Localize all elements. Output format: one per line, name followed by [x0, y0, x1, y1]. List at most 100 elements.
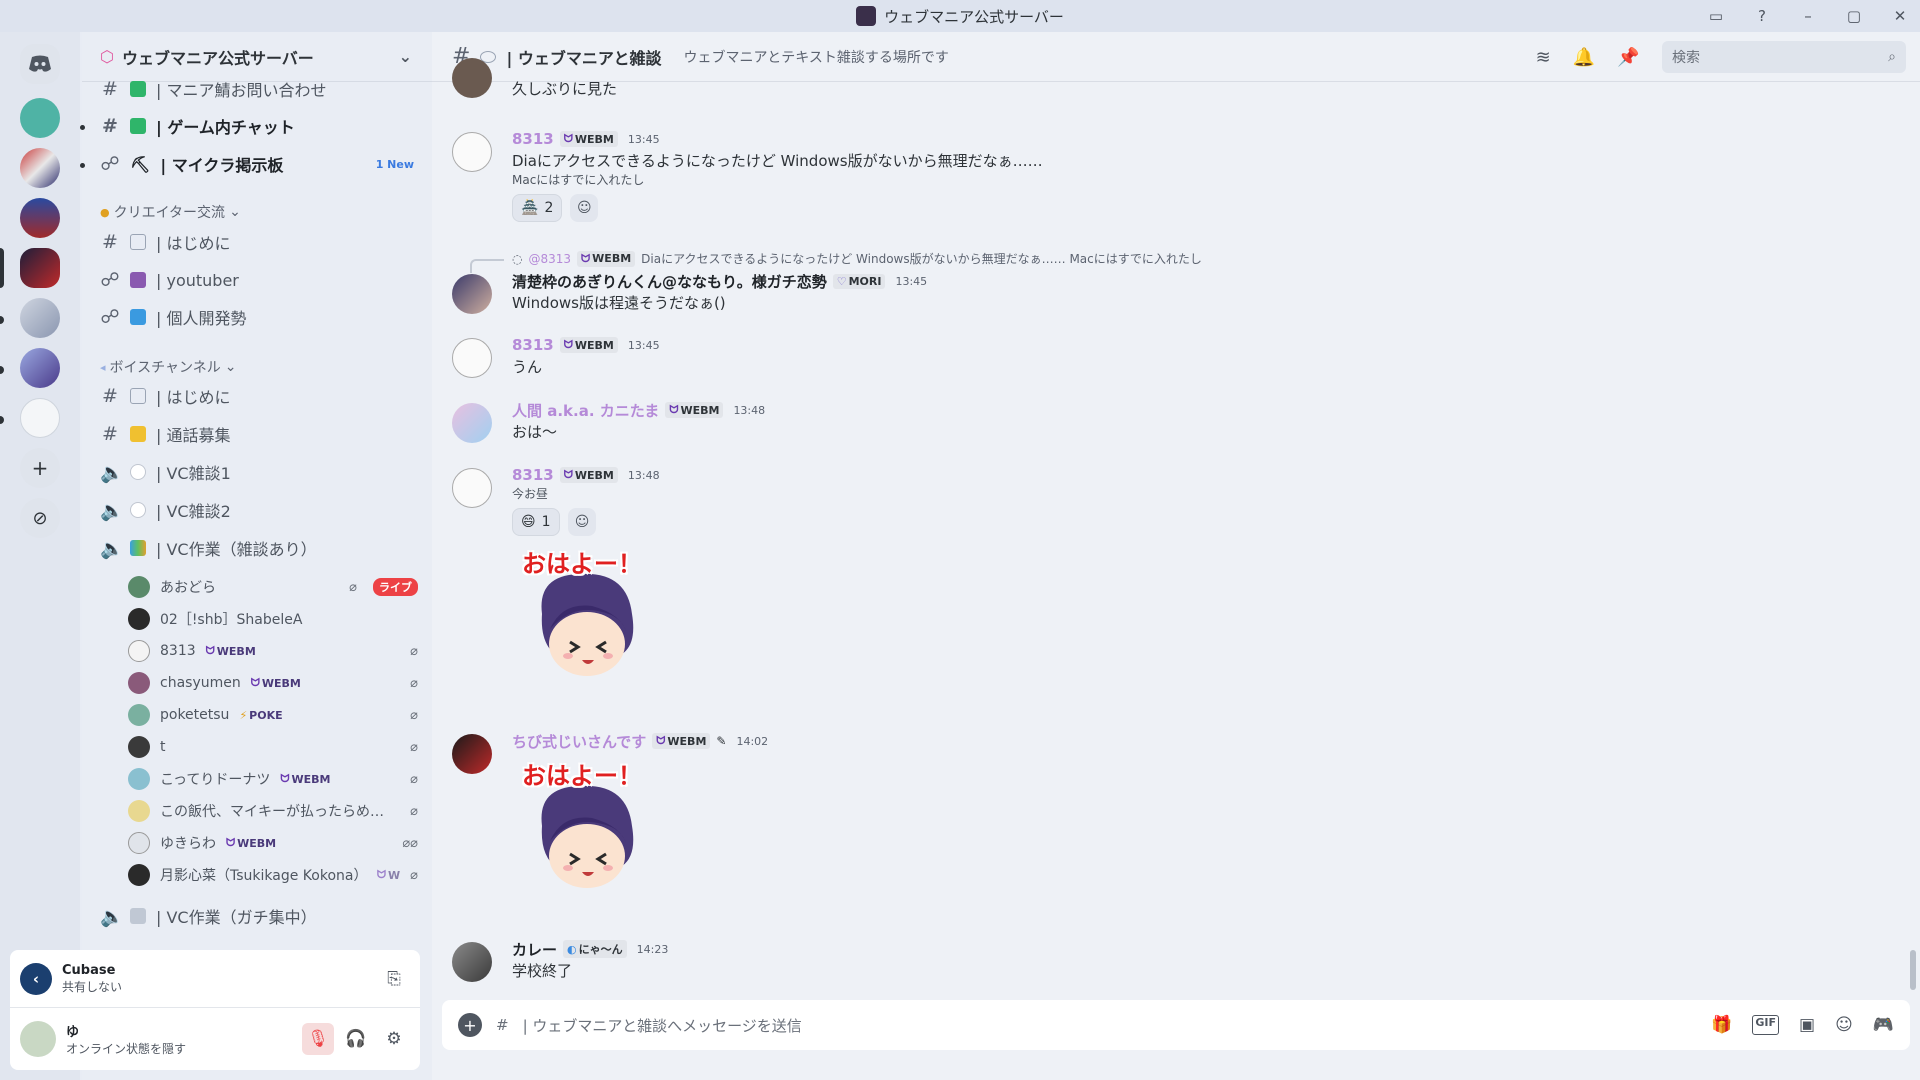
channel-call-recruit[interactable]: # | 通話募集 [82, 417, 432, 451]
compass-icon[interactable]: ⊘ [20, 498, 60, 538]
channel-youtuber[interactable]: ☍ | youtuber [82, 263, 432, 297]
message-author[interactable]: ちび式じいさんです [512, 731, 646, 752]
voice-channel-focus[interactable]: 🔈 | VC作業（ガチ集中） [82, 899, 432, 933]
inbox-icon[interactable]: ▭ [1706, 6, 1726, 26]
headphones-button[interactable]: 🎧 [340, 1023, 372, 1055]
share-screen-icon[interactable]: ⎘ [378, 963, 410, 995]
message-author[interactable]: 8313 [512, 130, 554, 148]
avatar[interactable] [452, 58, 492, 98]
server-icon-5[interactable] [20, 298, 60, 338]
server-icon-1[interactable] [20, 98, 60, 138]
message-author[interactable]: カレー [512, 939, 557, 960]
sticker[interactable]: おはよー！ [512, 544, 662, 684]
message-author[interactable]: 清楚枠のあぎりんくん@ななもり。様ガチ恋勢 [512, 271, 827, 292]
forum-icon: ☍ [100, 269, 120, 291]
discord-home-icon[interactable] [20, 44, 60, 84]
vc-user[interactable]: 02［!shb］ShabeleA [128, 604, 418, 634]
search-icon: ⌕ [1888, 49, 1896, 65]
avatar[interactable] [452, 468, 492, 508]
channel-creator-intro[interactable]: # | はじめに [82, 225, 432, 259]
emoji-icon: 🏯 [521, 200, 539, 216]
category-voice[interactable]: ◂ ボイスチャンネル ⌄ [100, 357, 236, 377]
webm-tag: ᗢ WEBM [559, 337, 618, 353]
attach-plus-icon[interactable]: + [458, 1013, 482, 1037]
sticker-text: おはよー！ [522, 550, 642, 578]
search-input[interactable]: 検索 ⌕ [1662, 41, 1906, 73]
emoji-icon[interactable]: ☺ [1835, 1015, 1853, 1035]
webm-tag: ᗢ WEBM [577, 250, 636, 267]
channel-minecraft-board[interactable]: ☍ ⛏ | マイクラ掲示板 1 New [82, 147, 432, 181]
channel-inquiry[interactable]: # | マニア鯖お問い合わせ [82, 72, 432, 106]
minimize-button[interactable]: – [1798, 6, 1818, 26]
avatar[interactable] [452, 274, 492, 314]
sticker-icon[interactable]: ▣ [1799, 1015, 1815, 1035]
reaction-count: 2 [544, 200, 554, 216]
server-icon-2[interactable] [20, 148, 60, 188]
building-icon [130, 908, 146, 924]
vc-user[interactable]: poketetsu ⚡ POKE ⌀ [128, 700, 418, 730]
scrollbar[interactable] [1910, 950, 1916, 990]
avatar[interactable] [20, 1021, 56, 1057]
search-placeholder: 検索 [1672, 50, 1700, 66]
category-creator[interactable]: ● クリエイター交流 ⌄ [100, 202, 241, 222]
sticker[interactable]: おはよー！ [512, 756, 662, 896]
message-composer[interactable]: + # | ウェブマニアと雑談へメッセージを送信 🎁 GIF ▣ ☺ 🎮 [442, 1000, 1910, 1050]
server-icon-6[interactable] [20, 348, 60, 388]
reaction-count: 1 [541, 514, 551, 530]
close-button[interactable]: ✕ [1890, 6, 1910, 26]
avatar[interactable] [452, 132, 492, 172]
avatar[interactable] [452, 734, 492, 774]
message-author[interactable]: 8313 [512, 466, 554, 484]
pin-icon[interactable]: 📌 [1617, 47, 1639, 68]
avatar[interactable] [452, 942, 492, 982]
activity-status: 共有しない [62, 979, 123, 994]
avatar[interactable] [452, 403, 492, 443]
help-icon[interactable]: ? [1752, 6, 1772, 26]
clapper-icon [130, 272, 146, 288]
maximize-button[interactable]: ▢ [1844, 6, 1864, 26]
channel-game-chat[interactable]: # | ゲーム内チャット [82, 109, 432, 143]
add-reaction-icon[interactable]: ☺ [568, 508, 596, 536]
activities-icon[interactable]: 🎮 [1873, 1015, 1894, 1035]
mic-muted-button[interactable]: 🎙 [302, 1023, 334, 1055]
threads-icon[interactable]: ≋ [1536, 47, 1551, 68]
mic-muted-icon: ⌀ [410, 707, 418, 723]
message-author[interactable]: 人間 a.k.a. カニたま [512, 400, 659, 421]
server-icon-3[interactable] [20, 198, 60, 238]
gift-icon[interactable]: 🎁 [1711, 1015, 1732, 1035]
vc-user[interactable]: 月影心菜（Tsukikage Kokona） ᗢW ⌀ [128, 860, 418, 890]
vc-user[interactable]: あおどら ⌀ ライブ [128, 572, 418, 602]
avatar [128, 704, 150, 726]
reaction[interactable]: 😄 1 [512, 508, 560, 536]
channel-voice-intro[interactable]: # | はじめに [82, 379, 432, 413]
channel-topic[interactable]: ウェブマニアとテキスト雑談する場所です [684, 47, 949, 67]
badge-label: POKE [249, 708, 283, 722]
bell-icon[interactable]: 🔔 [1573, 47, 1595, 68]
message-author[interactable]: 8313 [512, 336, 554, 354]
avatar[interactable] [452, 338, 492, 378]
reaction[interactable]: 🏯 2 [512, 194, 563, 222]
add-server-icon[interactable]: + [20, 448, 60, 488]
book-icon [130, 388, 146, 404]
badge-label: W [388, 868, 401, 882]
voice-channel-chat1[interactable]: 🔈 | VC雑談1 [82, 455, 432, 489]
reply-preview[interactable]: ◌ @8313 ᗢ WEBM Diaにアクセスできるようになったけど Window… [512, 250, 1872, 267]
webm-tag: ᗢ WEBM [652, 733, 711, 749]
vc-user[interactable]: ゆきらわ ᗢ WEBM ⌀⌀ [128, 828, 418, 858]
server-icon-webmania[interactable] [20, 248, 60, 288]
voice-channel-chat2[interactable]: 🔈 | VC雑談2 [82, 493, 432, 527]
gif-button[interactable]: GIF [1752, 1015, 1780, 1035]
webm-badge: ᗢW [377, 868, 400, 882]
vc-user[interactable]: 8313 ᗢ WEBM ⌀ [128, 636, 418, 666]
voice-channel-work[interactable]: 🔈 | VC作業（雑談あり） [82, 531, 432, 565]
vc-user[interactable]: chasyumen ᗢ WEBM ⌀ [128, 668, 418, 698]
server-icon-7[interactable] [20, 398, 60, 438]
speaker-icon: 🔈 [100, 461, 124, 484]
add-reaction-icon[interactable]: ☺ [570, 194, 599, 222]
settings-gear-icon[interactable]: ⚙ [378, 1023, 410, 1055]
message-input[interactable]: | ウェブマニアと雑談へメッセージを送信 [523, 1015, 802, 1036]
vc-user[interactable]: こってりドーナツ ᗢ WEBM ⌀ [128, 764, 418, 794]
channel-indie-dev[interactable]: ☍ | 個人開発勢 [82, 300, 432, 334]
vc-user[interactable]: t ⌀ [128, 732, 418, 762]
vc-user[interactable]: この飯代、マイキーが払ったらめ… ⌀ [128, 796, 418, 826]
